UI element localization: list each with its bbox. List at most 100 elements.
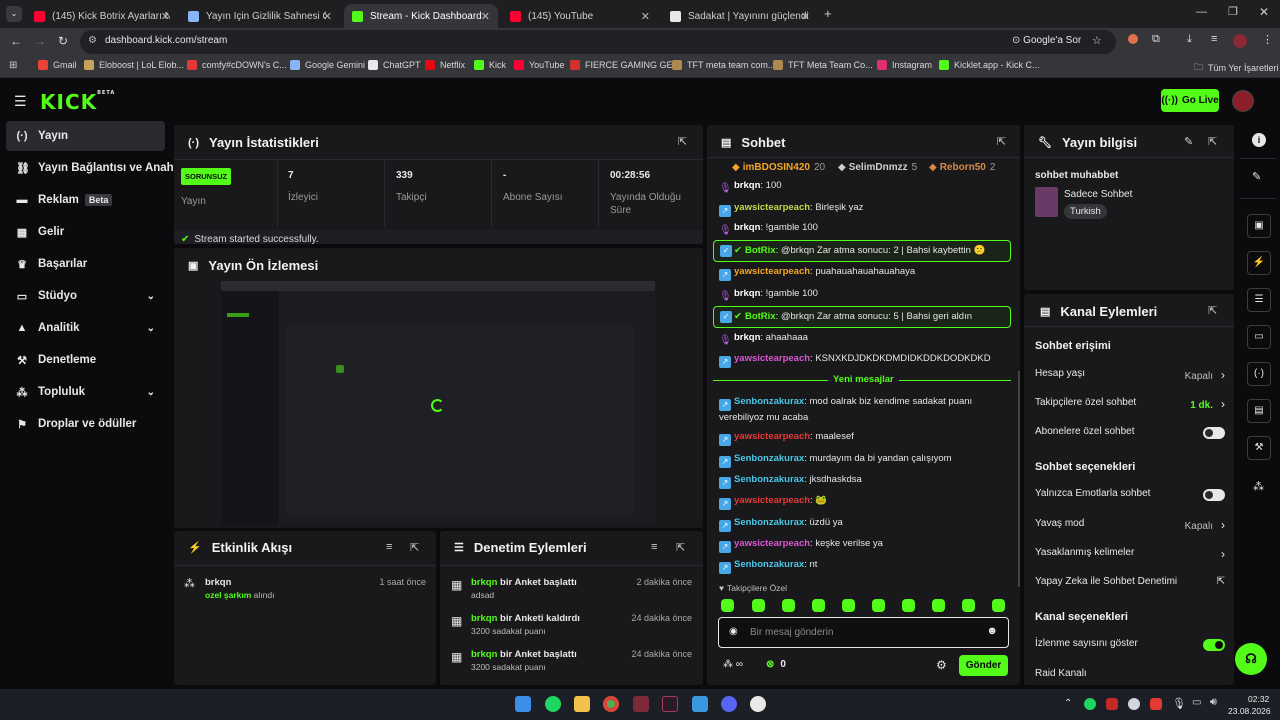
emote-icon[interactable]: [842, 599, 855, 612]
hamburger-menu-icon[interactable]: ☰: [14, 93, 27, 110]
emote-icon[interactable]: [812, 599, 825, 612]
chat-message[interactable]: ↗ Senbonzakurax: nt: [719, 558, 1009, 574]
tray-record-icon[interactable]: [1150, 698, 1162, 710]
media-control-icon[interactable]: ≡: [1211, 33, 1217, 45]
setting-row[interactable]: Hesap yaşı Kapalı ›: [1035, 368, 1225, 382]
chat-message[interactable]: ↗ yawsictearpeach: keşke verilse ya: [719, 537, 1009, 553]
sidebar-item[interactable]: ▦ Gelir: [6, 217, 165, 247]
external-link-icon[interactable]: ⇱: [1217, 576, 1225, 587]
chat-username[interactable]: BotRix: [745, 245, 776, 256]
chat-message[interactable]: 🎙︎ brkqn: !gamble 100: [719, 221, 1009, 236]
chat-username[interactable]: yawsictearpeach: [734, 202, 810, 213]
download-icon[interactable]: ⤓: [1187, 33, 1192, 46]
bookmark-item[interactable]: Google Gemini: [290, 60, 365, 70]
chat-message[interactable]: ↗ Senbonzakurax: jksdhaskdsa: [719, 473, 1009, 489]
toggle-switch[interactable]: [1203, 427, 1225, 439]
tray-spotify-icon[interactable]: [1084, 698, 1096, 710]
leaderboard-entry[interactable]: ◆ Reborn50 2: [929, 162, 995, 173]
moderation-item[interactable]: ▦ brkqn bir Anket başlattı 3200 sadakat pu…: [451, 648, 692, 674]
extensions-puzzle-icon[interactable]: ⧉: [1152, 33, 1160, 46]
preview-video[interactable]: [221, 281, 655, 525]
chat-username[interactable]: brkqn: [734, 288, 760, 299]
browser-tab[interactable]: Yayın İçin Gizlilik Sahnesi Öneril✕: [180, 4, 340, 28]
emote-icon[interactable]: [872, 599, 885, 612]
browser-tab[interactable]: (145) YouTube ✕: [502, 4, 658, 28]
sidebar-item[interactable]: ▭ Stüdyo ⌄: [6, 281, 165, 311]
rail-edit-icon[interactable]: ✎: [1252, 170, 1261, 183]
chat-username[interactable]: yawsictearpeach: [734, 266, 810, 277]
sidebar-item[interactable]: (·) Yayın: [6, 121, 165, 151]
back-icon[interactable]: ←: [10, 34, 22, 48]
tab-search-button[interactable]: ⌄: [6, 6, 22, 22]
chat-username[interactable]: yawsictearpeach: [734, 538, 810, 549]
emote-icon[interactable]: [992, 599, 1005, 612]
maximize-button[interactable]: ❐: [1228, 5, 1238, 18]
bookmark-item[interactable]: comfy#cDOWN's C...: [187, 60, 287, 70]
new-tab-button[interactable]: +: [824, 6, 832, 21]
tab-close-icon[interactable]: ✕: [641, 10, 650, 23]
minimize-button[interactable]: —: [1196, 6, 1207, 18]
chat-settings-icon[interactable]: ⚙: [936, 658, 947, 672]
popout-icon[interactable]: ⇱: [678, 135, 687, 148]
bookmark-item[interactable]: Eloboost | LoL Elob...: [84, 60, 184, 70]
setting-value[interactable]: Kapalı ›: [1185, 518, 1225, 532]
rail-bolt-icon[interactable]: ⚡: [1247, 251, 1271, 275]
popout-icon[interactable]: ⇱: [676, 541, 685, 554]
rail-preview-icon[interactable]: ▣: [1247, 214, 1271, 238]
emote-icon[interactable]: [752, 599, 765, 612]
sidebar-item[interactable]: ⁂ Topluluk ⌄: [6, 377, 165, 407]
chat-message[interactable]: ↗ Senbonzakurax: mod oalrak biz kendime s…: [719, 395, 1009, 425]
emote-icon[interactable]: [782, 599, 795, 612]
setting-row[interactable]: Raid Kanalı: [1035, 668, 1225, 682]
chat-username[interactable]: brkqn: [734, 222, 760, 233]
profile-avatar[interactable]: [1233, 34, 1247, 48]
channel-points-display[interactable]: ⁂ ∞: [723, 659, 743, 670]
close-window-button[interactable]: ✕: [1259, 5, 1269, 19]
chat-scrollbar[interactable]: [1018, 371, 1020, 587]
apps-grid-icon[interactable]: ⊞: [9, 60, 17, 71]
chat-mode-icon[interactable]: ◉: [729, 626, 738, 637]
bot-message[interactable]: ✓ ✔ BotRix: @brkqn Zar atma sonucu: 2 | Ba…: [713, 240, 1011, 262]
vscode-taskbar-icon[interactable]: [692, 696, 708, 712]
clock-date[interactable]: 23.08.2026: [1228, 706, 1271, 716]
setting-value[interactable]: ›: [1221, 547, 1225, 561]
rail-list-icon[interactable]: ☰: [1247, 288, 1271, 312]
browser-tab[interactable]: Stream - Kick Dashboard ✕: [344, 4, 498, 28]
tab-close-icon[interactable]: ✕: [161, 10, 170, 23]
chat-message[interactable]: ↗ yawsictearpeach: puahauahauahauahaya: [719, 265, 1009, 281]
setting-row[interactable]: Yalnızca Emotlarla sohbet: [1035, 488, 1225, 502]
sidebar-item[interactable]: ▬ Reklam Beta: [6, 185, 165, 215]
obs-studio-taskbar-icon[interactable]: [750, 696, 766, 712]
bookmark-item[interactable]: Instagram: [877, 60, 932, 70]
bookmark-item[interactable]: Gmail: [38, 60, 77, 70]
chat-message[interactable]: ↗ Senbonzakurax: üzdü ya: [719, 516, 1009, 532]
emoji-picker-icon[interactable]: ☻: [986, 625, 998, 637]
tab-close-icon[interactable]: ✕: [481, 10, 490, 23]
setting-value[interactable]: Kapalı ›: [1185, 368, 1225, 382]
bookmark-item[interactable]: ChatGPT: [368, 60, 421, 70]
extension-icon[interactable]: [1128, 34, 1138, 44]
emote-icon[interactable]: [902, 599, 915, 612]
sidebar-item[interactable]: ⛓ Yayın Bağlantısı ve Anahtar: [6, 153, 188, 183]
bookmark-item[interactable]: TFT Meta Team Co...: [773, 60, 873, 70]
emote-icon[interactable]: [721, 599, 734, 612]
chat-username[interactable]: brkqn: [734, 180, 760, 191]
info-icon[interactable]: i: [1252, 133, 1266, 147]
setting-row[interactable]: Yapay Zeka ile Sohbet Denetimi ⇱: [1035, 576, 1225, 590]
chat-username[interactable]: yawsictearpeach: [734, 495, 810, 506]
bookmark-item[interactable]: FIERCE GAMING GE...: [570, 60, 680, 70]
tray-steam-icon[interactable]: [1128, 698, 1140, 710]
tray-app-icon[interactable]: [1106, 698, 1118, 710]
moderation-item[interactable]: ▦ brkqn bir Anket başlattı adsad 2 dakika ö…: [451, 576, 692, 602]
chat-message[interactable]: ↗ yawsictearpeach: Birleşik yaz: [719, 201, 1009, 217]
moderation-item[interactable]: ▦ brkqn bir Anketi kaldırdı 3200 sadakat p…: [451, 612, 692, 638]
chat-message[interactable]: 🎙︎ brkqn: ahaahaaa: [719, 331, 1009, 346]
chat-message[interactable]: ↗ yawsictearpeach: 🐸: [719, 494, 1009, 510]
browser-tab[interactable]: Sadakat | Yayınını güçlendirmek✕: [662, 4, 818, 28]
filter-icon[interactable]: ≡: [386, 541, 392, 553]
tray-network-icon[interactable]: ▭: [1192, 697, 1201, 708]
sidebar-item[interactable]: ▲ Analitik ⌄: [6, 313, 165, 343]
menu-kebab-icon[interactable]: ⋮: [1262, 33, 1273, 46]
user-avatar[interactable]: [1232, 90, 1254, 112]
tray-chevron-icon[interactable]: ⌃: [1064, 698, 1072, 709]
